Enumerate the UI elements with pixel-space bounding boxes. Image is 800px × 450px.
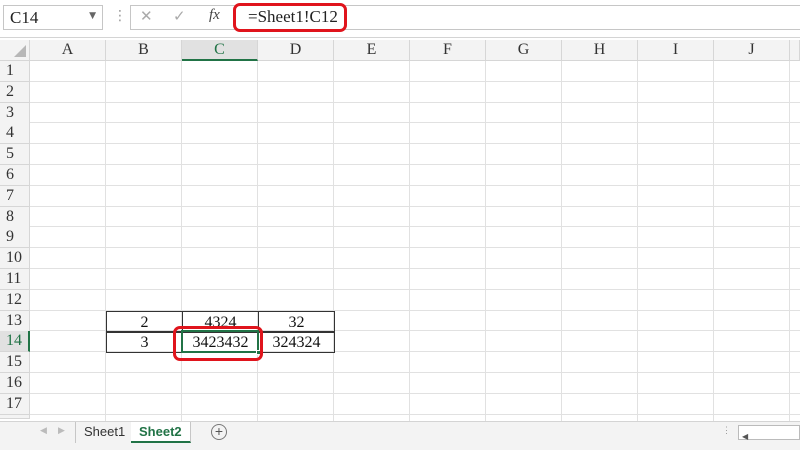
grid-line [257, 61, 258, 421]
sheet-tab-bar: ◀ ▶ Sheet1 Sheet2 + ⋮ ◀ [0, 421, 800, 443]
grid-line [181, 61, 182, 421]
grid-line [789, 61, 790, 421]
grid-line [30, 164, 800, 165]
grid-line [30, 392, 800, 394]
drag-handle-icon[interactable]: ⋮ [113, 8, 127, 24]
cancel-icon[interactable]: ✕ [140, 7, 153, 25]
grid-line [30, 143, 800, 145]
row-header-7[interactable]: 7 [0, 185, 30, 207]
scroll-left-arrow-icon[interactable]: ◀ [739, 432, 748, 441]
row-header-8[interactable]: 8 [0, 206, 30, 228]
more-dots-icon: ⋮ [722, 425, 731, 435]
row-header-3[interactable]: 3 [0, 102, 30, 124]
scroll-right-icon[interactable]: ▶ [58, 425, 65, 436]
row-header-13[interactable]: 13 [0, 310, 30, 332]
horizontal-scrollbar[interactable]: ◀ [738, 425, 800, 441]
scroll-left-icon[interactable]: ◀ [40, 425, 47, 436]
grid-line [713, 61, 714, 421]
cell-d13[interactable]: 32 [258, 310, 335, 333]
select-all-button[interactable] [0, 40, 30, 61]
grid-line [30, 372, 800, 373]
row-header-14[interactable]: 14 [0, 331, 30, 353]
row-header-10[interactable]: 10 [0, 248, 30, 270]
row-header-4[interactable]: 4 [0, 123, 30, 145]
column-header-h[interactable]: H [562, 40, 638, 61]
chevron-down-icon[interactable]: ▼ [89, 11, 96, 21]
row-header-12[interactable]: 12 [0, 289, 30, 311]
grid-line [30, 184, 800, 186]
cell-highlight [173, 326, 263, 361]
column-header-d[interactable]: D [258, 40, 334, 61]
column-header-g[interactable]: G [486, 40, 562, 61]
column-header-c[interactable]: C [182, 40, 258, 61]
row-header-6[interactable]: 6 [0, 165, 30, 186]
row-header-9[interactable]: 9 [0, 227, 30, 249]
grid-line [333, 61, 334, 421]
sheet-tab-sheet1[interactable]: Sheet1 [75, 422, 135, 443]
insert-function-icon[interactable]: fx [209, 7, 220, 24]
grid-line [30, 205, 800, 207]
grid-line [105, 61, 106, 421]
column-header-i[interactable]: I [638, 40, 714, 61]
grid-line [561, 61, 562, 421]
formula-bar: C14 ▼ ⋮ ✕ ✓ fx =Sheet1!C12 [0, 0, 800, 38]
column-header-a[interactable]: A [30, 40, 106, 61]
formula-highlight [233, 3, 347, 32]
grid-line [485, 61, 486, 421]
grid-line [30, 288, 800, 290]
grid-line [30, 80, 800, 82]
grid-line [30, 247, 800, 249]
column-header-e[interactable]: E [334, 40, 410, 61]
row-header-11[interactable]: 11 [0, 269, 30, 290]
grid-line [30, 226, 800, 228]
add-sheet-icon[interactable]: + [211, 424, 227, 440]
row-header-15[interactable]: 15 [0, 352, 30, 374]
cell-d14[interactable]: 324324 [258, 331, 335, 354]
grid-line [30, 101, 800, 103]
formula-input[interactable] [130, 5, 800, 30]
row-header-2[interactable]: 2 [0, 81, 30, 103]
name-box-value: C14 [10, 8, 39, 27]
enter-check-icon[interactable]: ✓ [173, 7, 186, 25]
column-header-partial[interactable] [790, 40, 800, 61]
column-header-f[interactable]: F [410, 40, 486, 61]
row-header-5[interactable]: 5 [0, 144, 30, 166]
grid-line [637, 61, 638, 421]
grid-line [30, 122, 800, 124]
row-header-16[interactable]: 16 [0, 373, 30, 394]
sheet-tab-sheet2[interactable]: Sheet2 [131, 422, 191, 443]
row-header-17[interactable]: 17 [0, 393, 30, 415]
grid-line [409, 61, 410, 421]
column-header-b[interactable]: B [106, 40, 182, 61]
row-header-1[interactable]: 1 [0, 61, 30, 82]
column-header-j[interactable]: J [714, 40, 790, 61]
grid-line [30, 268, 800, 269]
cell-b13[interactable]: 2 [106, 310, 183, 333]
status-bar [0, 443, 800, 450]
row-header-partial[interactable] [0, 414, 30, 419]
name-box[interactable]: C14 ▼ [3, 5, 103, 30]
grid-line [30, 413, 800, 415]
cell-b14[interactable]: 3 [106, 331, 183, 354]
